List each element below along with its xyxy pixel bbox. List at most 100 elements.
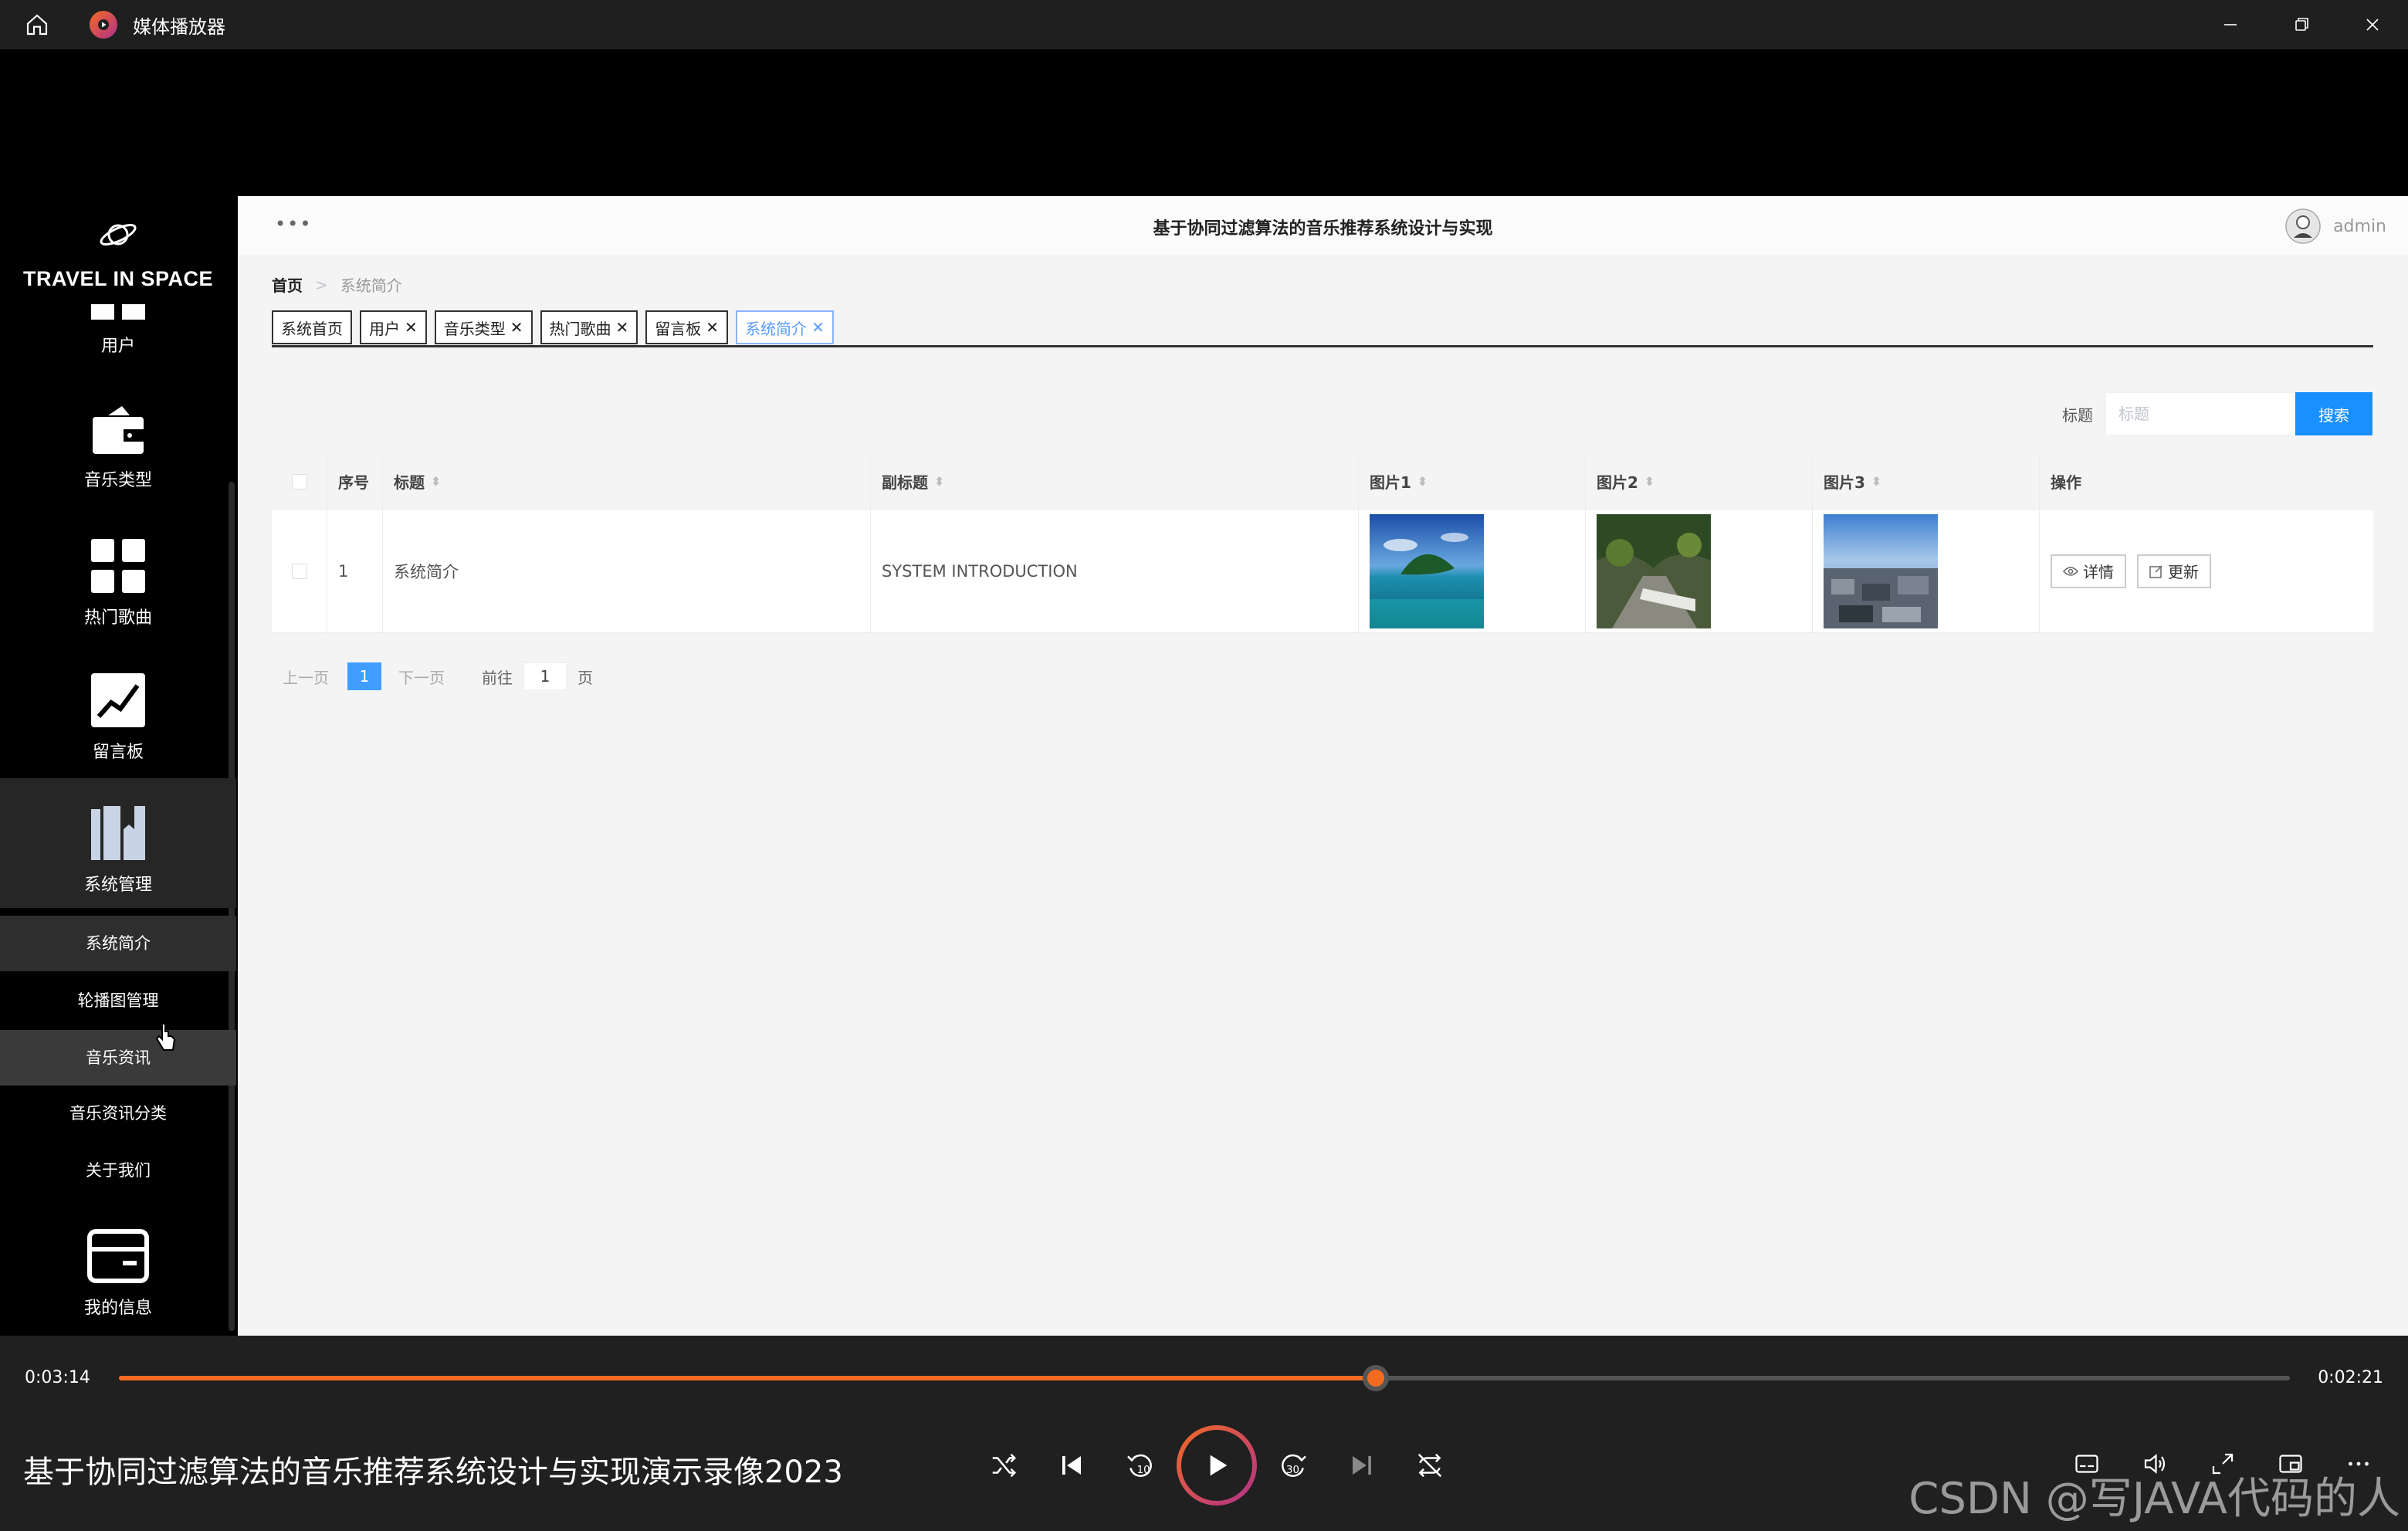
- select-all-checkbox[interactable]: [291, 473, 307, 489]
- close-icon[interactable]: ✕: [811, 318, 825, 337]
- rewind-10-button[interactable]: 10: [1106, 1428, 1174, 1502]
- breadcrumb-home[interactable]: 首页: [272, 273, 303, 296]
- sidebar-item-my-info[interactable]: 我的信息: [0, 1229, 236, 1319]
- logo-text: TRAVEL IN SPACE: [22, 267, 214, 290]
- search-input[interactable]: [2105, 392, 2295, 435]
- user-menu[interactable]: admin: [2285, 208, 2386, 244]
- forward-30-button[interactable]: 30: [1260, 1428, 1328, 1502]
- search-label: 标题: [2062, 405, 2093, 425]
- column-label: 操作: [2051, 473, 2081, 492]
- tab-hot-songs[interactable]: 热门歌曲 ✕: [540, 310, 638, 344]
- repeat-button[interactable]: [1396, 1428, 1464, 1502]
- sidebar: TRAVEL IN SPACE 用户 音乐类型 热门歌曲 留言板 系统管理 系统…: [0, 196, 236, 1336]
- sort-icon[interactable]: ⬍: [934, 474, 944, 489]
- sidebar-item-users[interactable]: 用户: [0, 304, 236, 357]
- svg-text:10: 10: [1137, 1465, 1150, 1476]
- tab-home[interactable]: 系统首页: [272, 310, 352, 344]
- logo: TRAVEL IN SPACE: [0, 212, 236, 291]
- previous-icon: [1062, 1456, 1081, 1475]
- next-page-button[interactable]: 下一页: [398, 666, 445, 688]
- page-unit-label: 页: [577, 668, 593, 687]
- tab-message-board[interactable]: 留言板 ✕: [645, 310, 729, 344]
- column-header-subtitle[interactable]: 副标题 ⬍: [871, 454, 1359, 509]
- restore-button[interactable]: [2266, 0, 2337, 49]
- close-icon[interactable]: ✕: [706, 318, 719, 337]
- tab-music-type[interactable]: 音乐类型 ✕: [434, 310, 533, 344]
- tab-label: 用户: [369, 319, 400, 338]
- column-label: 图片3: [1824, 473, 1865, 492]
- sidebar-item-label: 音乐类型: [83, 471, 152, 490]
- search-button[interactable]: 搜索: [2295, 392, 2372, 435]
- sidebar-item-message-board[interactable]: 留言板: [0, 673, 236, 763]
- main-content: ••• 基于协同过滤算法的音乐推荐系统设计与实现 admin 首页 > 系统简介…: [238, 196, 2408, 1336]
- shuffle-button[interactable]: [970, 1428, 1038, 1502]
- sidebar-subitem-label: 关于我们: [86, 1161, 151, 1180]
- previous-button[interactable]: [1038, 1428, 1106, 1502]
- row-checkbox[interactable]: [291, 563, 307, 579]
- restore-icon: [2295, 18, 2308, 31]
- sidebar-subitem-system-intro[interactable]: 系统简介: [0, 916, 236, 971]
- goto-page-input[interactable]: [523, 662, 567, 690]
- detail-button[interactable]: 详情: [2051, 554, 2126, 588]
- update-button[interactable]: 更新: [2137, 554, 2211, 588]
- image2-thumbnail[interactable]: [1597, 513, 1711, 628]
- sort-icon[interactable]: ⬍: [431, 474, 441, 489]
- tab-system-intro[interactable]: 系统简介 ✕: [736, 310, 834, 344]
- sidebar-subitem-music-news-category[interactable]: 音乐资讯分类: [0, 1086, 236, 1141]
- minimize-button[interactable]: [2195, 0, 2266, 49]
- page-title: 基于协同过滤算法的音乐推荐系统设计与实现: [1153, 219, 1493, 239]
- table-header: 序号 标题 ⬍ 副标题 ⬍ 图片1 ⬍ 图片2 ⬍ 图片3 ⬍ 操作: [272, 454, 2373, 510]
- column-header-image2[interactable]: 图片2 ⬍: [1586, 454, 1813, 509]
- close-icon[interactable]: ✕: [616, 318, 629, 337]
- column-label: 副标题: [882, 473, 928, 492]
- row-select-cell: [272, 510, 327, 632]
- forward-30-icon: 30: [1282, 1454, 1306, 1477]
- breadcrumb-current: 系统简介: [340, 276, 402, 295]
- sidebar-item-music-type[interactable]: 音乐类型: [0, 405, 236, 491]
- tab-label: 系统简介: [745, 319, 808, 338]
- wallet-icon: [93, 406, 144, 454]
- close-button[interactable]: [2337, 0, 2408, 49]
- image1-thumbnail[interactable]: [1370, 513, 1484, 628]
- chart-icon: [91, 673, 145, 727]
- sidebar-subitem-music-news[interactable]: 音乐资讯: [0, 1030, 236, 1086]
- sidebar-item-label: 留言板: [92, 743, 144, 762]
- rewind-10-icon: 10: [1127, 1454, 1152, 1477]
- play-button[interactable]: [1177, 1425, 1257, 1506]
- sidebar-subitem-about-us[interactable]: 关于我们: [0, 1143, 236, 1198]
- sort-icon[interactable]: ⬍: [1644, 474, 1654, 489]
- close-icon[interactable]: ✕: [510, 318, 523, 337]
- page-number-current[interactable]: 1: [347, 662, 381, 690]
- next-icon: [1353, 1456, 1371, 1475]
- row-no: 1: [327, 510, 383, 632]
- sidebar-subitem-carousel[interactable]: 轮播图管理: [0, 973, 236, 1028]
- app-title: 媒体播放器: [133, 15, 225, 38]
- column-header-image3[interactable]: 图片3 ⬍: [1813, 454, 2040, 509]
- column-label: 图片1: [1370, 473, 1411, 492]
- close-icon[interactable]: ✕: [405, 318, 418, 337]
- search-bar: 标题 搜索: [2062, 392, 2372, 435]
- prev-page-button[interactable]: 上一页: [283, 666, 329, 688]
- sidebar-item-hot-songs[interactable]: 热门歌曲: [0, 539, 236, 628]
- sidebar-subitem-label: 轮播图管理: [77, 991, 159, 1010]
- grid-icon: [91, 539, 145, 593]
- seek-bar[interactable]: [119, 1365, 2290, 1391]
- column-header-image1[interactable]: 图片1 ⬍: [1359, 454, 1586, 509]
- home-icon: [26, 14, 48, 36]
- column-header-actions: 操作: [2040, 454, 2373, 509]
- mouse-cursor-icon: [155, 1023, 176, 1051]
- shuffle-icon: [992, 1453, 1017, 1478]
- pagination: 上一页 1 下一页 前往 页: [283, 662, 593, 690]
- sidebar-item-label: 用户: [100, 337, 135, 356]
- seek-bar-handle[interactable]: [1363, 1365, 1390, 1391]
- sidebar-item-system-management[interactable]: 系统管理: [0, 778, 236, 908]
- next-button[interactable]: [1328, 1428, 1396, 1502]
- image3-thumbnail[interactable]: [1824, 513, 1938, 628]
- home-button[interactable]: [0, 0, 74, 49]
- planet-icon: [100, 224, 137, 246]
- sort-icon[interactable]: ⬍: [1871, 474, 1881, 489]
- sort-icon[interactable]: ⬍: [1417, 474, 1428, 489]
- update-button-label: 更新: [2168, 563, 2199, 581]
- column-header-title[interactable]: 标题 ⬍: [383, 454, 871, 509]
- tab-users[interactable]: 用户 ✕: [360, 310, 427, 344]
